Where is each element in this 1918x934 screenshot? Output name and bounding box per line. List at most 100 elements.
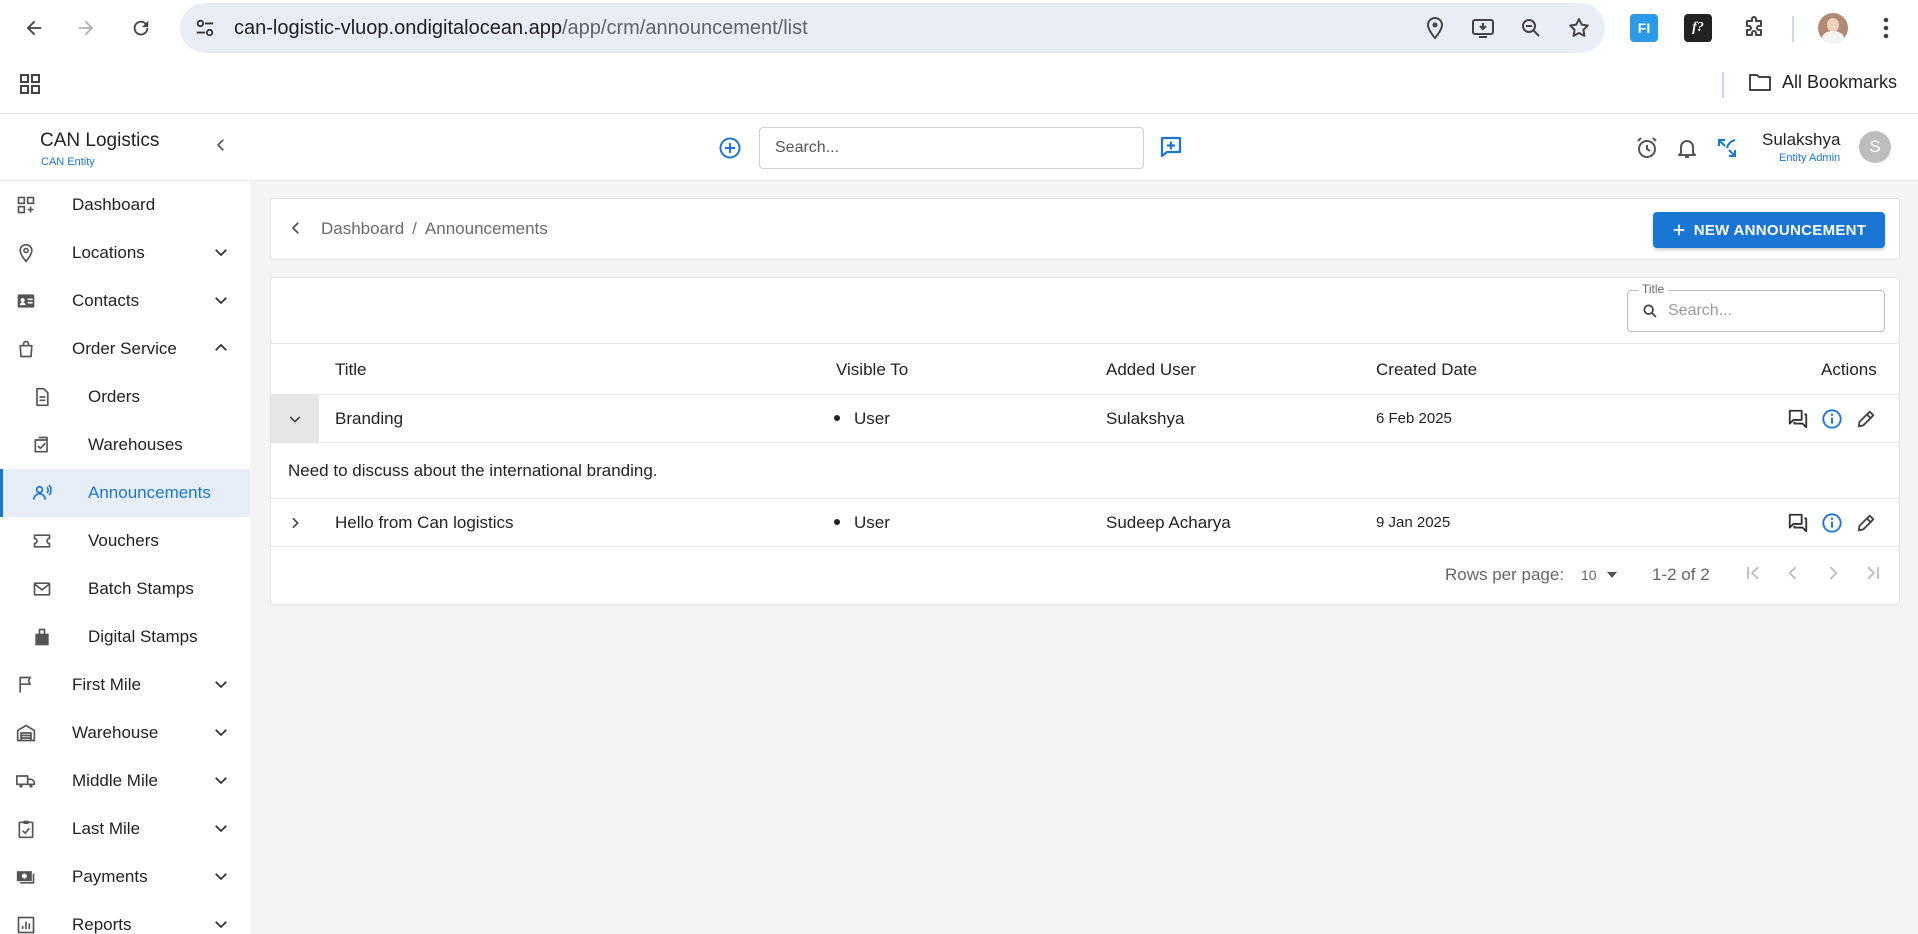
sidebar-item-label: Warehouse <box>72 723 159 742</box>
user-avatar[interactable]: S <box>1859 131 1891 163</box>
collapse-sidebar-icon[interactable] <box>212 136 230 154</box>
browser-menu-icon[interactable] <box>1872 14 1900 42</box>
chevron-down-icon <box>212 675 230 693</box>
address-bar[interactable]: can-logistic-vluop.ondigitalocean.app/ap… <box>180 3 1605 53</box>
chevron-up-icon <box>212 339 230 357</box>
chevron-down-icon <box>212 291 230 309</box>
plus-icon <box>1672 223 1686 237</box>
apps-grid-icon[interactable] <box>18 72 42 96</box>
notification-bell-icon[interactable] <box>1675 136 1699 160</box>
chevron-down-icon <box>212 723 230 741</box>
comments-icon[interactable] <box>1787 512 1809 534</box>
new-announcement-label: NEW ANNOUNCEMENT <box>1693 221 1867 239</box>
sync-icon[interactable] <box>1715 136 1739 160</box>
bookmark-star-icon[interactable] <box>1567 16 1591 40</box>
column-header-created-date: Created Date <box>1376 360 1478 379</box>
extension-formula-icon[interactable]: f? <box>1684 14 1712 42</box>
rows-per-page-select[interactable]: 10 <box>1581 567 1597 583</box>
row-detail-text: Need to discuss about the international … <box>288 461 658 480</box>
warehouse-check-icon <box>32 435 52 455</box>
sidebar-item-warehouse[interactable]: Warehouse <box>0 709 250 757</box>
info-icon[interactable] <box>1821 512 1843 534</box>
brand-subtitle: CAN Entity <box>41 156 95 168</box>
pagination: Rows per page: 10 1-2 of 2 <box>271 547 1899 605</box>
row-added-user: Sudeep Acharya <box>1106 513 1231 532</box>
chevron-down-icon <box>212 819 230 837</box>
reload-icon[interactable] <box>127 14 155 42</box>
sidebar-item-batch-stamps[interactable]: Batch Stamps <box>0 565 250 613</box>
zoom-icon[interactable] <box>1519 16 1543 40</box>
table-row[interactable]: Branding User Sulakshya 6 Feb 2025 <box>271 395 1899 443</box>
sidebar-item-label: Orders <box>88 387 140 406</box>
sidebar-item-label: Vouchers <box>88 531 159 550</box>
sidebar-item-last-mile[interactable]: Last Mile <box>0 805 250 853</box>
sidebar-item-announcements[interactable]: Announcements <box>0 469 250 517</box>
sidebar-item-reports[interactable]: Reports <box>0 901 250 934</box>
sidebar-item-order-service[interactable]: Order Service <box>0 325 250 373</box>
extensions-puzzle-icon[interactable] <box>1740 14 1768 42</box>
add-box-icon[interactable] <box>1159 135 1183 159</box>
add-circle-icon[interactable] <box>718 136 742 160</box>
edit-pencil-icon[interactable] <box>1855 512 1877 534</box>
breadcrumb: Dashboard / Announcements NEW ANNOUNCEMENT <box>270 198 1900 260</box>
expand-row-chevron-icon[interactable] <box>271 499 319 546</box>
breadcrumb-current: Announcements <box>424 219 548 238</box>
sidebar-item-orders[interactable]: Orders <box>0 373 250 421</box>
sidebar-item-digital-stamps[interactable]: Digital Stamps <box>0 613 250 661</box>
app-header: CAN Logistics CAN Entity Search... Sulak… <box>0 114 1918 181</box>
sidebar-item-warehouses[interactable]: Warehouses <box>0 421 250 469</box>
site-settings-icon[interactable] <box>194 17 216 39</box>
global-search-input[interactable]: Search... <box>759 127 1144 169</box>
comments-icon[interactable] <box>1787 408 1809 430</box>
collapse-row-chevron-icon[interactable] <box>271 395 319 442</box>
row-added-user: Sulakshya <box>1106 409 1185 428</box>
info-icon[interactable] <box>1821 408 1843 430</box>
chevron-down-icon <box>212 867 230 885</box>
title-filter-input[interactable]: Title Search... <box>1627 282 1885 332</box>
breadcrumb-dashboard-link[interactable]: Dashboard <box>321 219 404 238</box>
sidebar-item-label: Dashboard <box>72 195 156 214</box>
dropdown-caret-icon[interactable] <box>1606 571 1618 579</box>
edit-pencil-icon[interactable] <box>1855 408 1877 430</box>
sidebar-item-label: Payments <box>72 867 148 886</box>
contacts-card-icon <box>16 291 36 311</box>
breadcrumb-separator: / <box>412 219 417 238</box>
back-arrow-icon[interactable] <box>20 14 48 42</box>
sidebar-item-label: Order Service <box>72 339 177 358</box>
first-page-icon[interactable] <box>1743 563 1763 583</box>
sidebar-item-middle-mile[interactable]: Middle Mile <box>0 757 250 805</box>
profile-avatar[interactable] <box>1818 13 1848 43</box>
alarm-clock-icon[interactable] <box>1635 136 1659 160</box>
all-bookmarks-button[interactable]: All Bookmarks <box>1748 71 1897 93</box>
install-app-icon[interactable] <box>1471 16 1495 40</box>
all-bookmarks-label: All Bookmarks <box>1782 71 1898 92</box>
sidebar-item-label: First Mile <box>72 675 141 694</box>
sidebar-item-locations[interactable]: Locations <box>0 229 250 277</box>
sidebar-item-label: Digital Stamps <box>88 627 198 646</box>
next-page-icon[interactable] <box>1823 563 1843 583</box>
previous-page-icon[interactable] <box>1783 563 1803 583</box>
column-header-visible-to: Visible To <box>836 360 909 379</box>
column-header-added-user: Added User <box>1106 360 1196 379</box>
new-announcement-button[interactable]: NEW ANNOUNCEMENT <box>1653 212 1885 248</box>
location-pin-icon[interactable] <box>1423 16 1447 40</box>
title-filter-placeholder: Search... <box>1668 302 1733 319</box>
reports-icon <box>16 915 36 934</box>
forward-arrow-icon[interactable] <box>72 14 100 42</box>
sidebar-item-dashboard[interactable]: Dashboard <box>0 181 250 229</box>
payments-icon <box>16 867 36 887</box>
chevron-down-icon <box>212 243 230 261</box>
extension-fi-icon[interactable]: FI <box>1630 14 1658 42</box>
sidebar-item-vouchers[interactable]: Vouchers <box>0 517 250 565</box>
last-page-icon[interactable] <box>1863 563 1883 583</box>
sidebar-item-first-mile[interactable]: First Mile <box>0 661 250 709</box>
sidebar-item-label: Warehouses <box>88 435 183 454</box>
dashboard-icon <box>16 195 36 215</box>
chevron-down-icon <box>212 771 230 789</box>
back-chevron-icon[interactable] <box>287 219 305 237</box>
search-icon <box>1642 303 1658 319</box>
location-pin-icon <box>16 243 36 263</box>
sidebar-item-contacts[interactable]: Contacts <box>0 277 250 325</box>
sidebar-item-payments[interactable]: Payments <box>0 853 250 901</box>
table-row[interactable]: Hello from Can logistics User Sudeep Ach… <box>271 499 1899 547</box>
